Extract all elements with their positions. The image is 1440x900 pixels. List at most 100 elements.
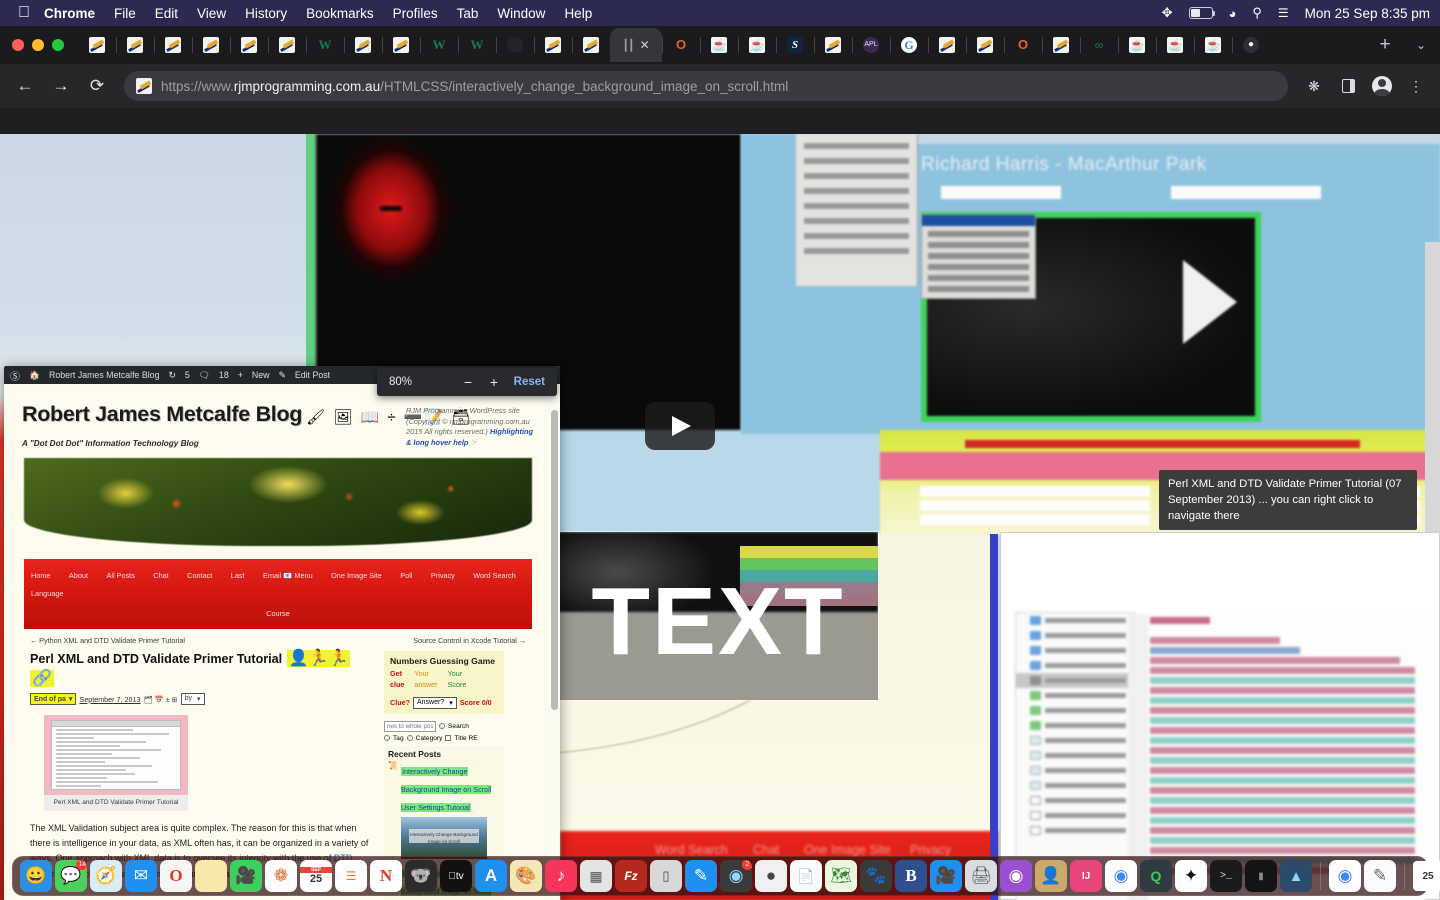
menu-item-edit[interactable]: Edit <box>155 6 178 21</box>
appletv-icon[interactable]: tv <box>440 860 472 892</box>
answer-select[interactable]: Answer?▾ <box>413 697 457 709</box>
video-play-icon[interactable] <box>645 402 715 450</box>
browser-tab[interactable] <box>1042 29 1080 61</box>
side-panel-icon[interactable] <box>1334 72 1362 100</box>
nav-item-email-menu[interactable]: Email 📧 Menu <box>256 571 320 580</box>
edit-post-label[interactable]: Edit Post <box>295 370 330 380</box>
title-re-checkbox[interactable] <box>445 735 451 741</box>
share-badge-icon[interactable]: 🔗 <box>30 670 54 687</box>
browser-tab[interactable] <box>928 29 966 61</box>
mail-icon[interactable]: ✉ <box>125 860 157 892</box>
search-input[interactable] <box>384 721 436 732</box>
nav-item-last[interactable]: Last <box>224 571 252 580</box>
blog-scrollbar[interactable] <box>551 410 558 710</box>
zoom-out-button[interactable]: − <box>455 374 481 390</box>
music-icon[interactable]: ♪ <box>545 860 577 892</box>
browser-tab[interactable] <box>966 29 1004 61</box>
control-center-icon[interactable]: ☰ <box>1278 6 1289 20</box>
chrome-recent-icon[interactable]: ◉ <box>1329 860 1361 892</box>
page-position-select[interactable]: End of pa▾ <box>30 693 76 705</box>
browser-tab[interactable] <box>192 29 230 61</box>
browser-tab[interactable]: ● <box>1232 29 1270 61</box>
browser-tab[interactable]: G <box>890 29 928 61</box>
browser-tab[interactable]: W <box>420 29 458 61</box>
browser-tab[interactable]: ∞ <box>1080 29 1118 61</box>
browser-tab[interactable] <box>814 29 852 61</box>
simulator-icon[interactable]: ▯ <box>650 860 682 892</box>
textedit-icon[interactable]: 📄 <box>790 860 822 892</box>
wordpress-icon[interactable]: Ⓢ <box>10 368 20 383</box>
pencil-icon[interactable]: ✎ <box>278 370 285 381</box>
comment-icon[interactable]: 🗨 <box>199 370 210 381</box>
browser-tab[interactable] <box>230 29 268 61</box>
browser-tab[interactable] <box>572 29 610 61</box>
menu-item-chrome[interactable]: Chrome <box>44 6 95 21</box>
photos-icon[interactable]: ❁ <box>265 860 297 892</box>
browser-tab[interactable] <box>116 29 154 61</box>
address-bar[interactable]: https://www.rjmprogramming.com.au/HTMLCS… <box>124 71 1288 101</box>
terminal-icon[interactable]: >_ <box>1210 860 1242 892</box>
minimized-calendar[interactable]: 25 <box>1413 861 1440 891</box>
post-title-badges[interactable]: 👤🏃🏃 <box>287 650 351 667</box>
post-thumbnail-box[interactable]: Perl XML and DTD Validate Primer Tutoria… <box>44 715 188 811</box>
close-icon[interactable]: ✕ <box>640 39 650 51</box>
browser-tab[interactable] <box>1194 29 1232 61</box>
browser-tab[interactable] <box>344 29 382 61</box>
search-radio[interactable] <box>439 723 445 729</box>
menu-item-profiles[interactable]: Profiles <box>393 6 438 21</box>
nav-item-home[interactable]: Home <box>24 571 57 580</box>
active-browser-tab[interactable]: ┃┃ ✕ <box>610 28 662 62</box>
forward-button[interactable]: → <box>46 71 76 101</box>
search-icon[interactable]: ⚲ <box>1252 5 1262 21</box>
chevron-down-icon[interactable]: ⌄ <box>1402 38 1440 52</box>
target-icon[interactable]: ◉2 <box>720 860 752 892</box>
admin-site-name[interactable]: Robert James Metcalfe Blog <box>49 370 160 380</box>
post-meta-icons[interactable]: 🗂 📅 ± ⊞ <box>144 695 178 704</box>
xcode-icon[interactable]: ✎ <box>685 860 717 892</box>
printer-icon[interactable]: 🖨 <box>965 860 997 892</box>
nav-item-chat[interactable]: Chat <box>146 571 175 580</box>
menu-item-window[interactable]: Window <box>497 6 545 21</box>
browser-tab[interactable]: O <box>662 29 700 61</box>
home-icon[interactable]: 🏠 <box>29 370 40 381</box>
zoom-in-button[interactable]: + <box>481 374 507 390</box>
browser-tab[interactable] <box>700 29 738 61</box>
browser-tab[interactable]: S <box>776 29 814 61</box>
notes-icon[interactable] <box>195 860 227 892</box>
bbedit-icon[interactable]: B <box>895 860 927 892</box>
nav-item-poll[interactable]: Poll <box>393 571 419 580</box>
browser-tab[interactable] <box>534 29 572 61</box>
gimp-icon[interactable]: 🐾 <box>860 860 892 892</box>
wifi-icon[interactable]: ◕ <box>1229 6 1237 21</box>
next-post-link[interactable]: Source Control in Xcode Tutorial → <box>413 636 526 645</box>
prev-post-link[interactable]: ← Python XML and DTD Validate Primer Tut… <box>30 636 185 645</box>
menu-item-view[interactable]: View <box>197 6 226 21</box>
nav-item-one-image-site[interactable]: One Image Site <box>324 571 389 580</box>
browser-tab[interactable]: O <box>1004 29 1042 61</box>
new-label[interactable]: New <box>252 370 270 380</box>
menu-item-file[interactable]: File <box>114 6 136 21</box>
nav-item-course[interactable]: Course <box>259 609 297 618</box>
finder-icon[interactable]: 😀 <box>20 860 52 892</box>
tooth-icon[interactable]: ● <box>755 860 787 892</box>
browser-tab[interactable] <box>154 29 192 61</box>
nav-item-privacy[interactable]: Privacy <box>424 571 462 580</box>
appstore-icon[interactable]: A <box>475 860 507 892</box>
browser-tab[interactable] <box>78 29 116 61</box>
browser-tab[interactable] <box>382 29 420 61</box>
post-date-link[interactable]: September 7, 2013 <box>79 695 140 704</box>
minimize-window-button[interactable] <box>32 39 44 51</box>
messages-icon[interactable]: 💬14 <box>55 860 87 892</box>
apple-icon[interactable]:  <box>18 5 30 21</box>
author-select[interactable]: by▾ <box>181 693 205 705</box>
browser-tab[interactable] <box>496 29 534 61</box>
qt-icon[interactable]: Q <box>1140 860 1172 892</box>
inkscape-icon[interactable]: ✦ <box>1175 860 1207 892</box>
nav-item-contact[interactable]: Contact <box>180 571 219 580</box>
intellij-icon[interactable]: IJ <box>1070 860 1102 892</box>
notes-recent-icon[interactable]: ✎ <box>1364 860 1396 892</box>
filezilla-icon[interactable]: Fz <box>615 860 647 892</box>
nav-item-all-posts[interactable]: All Posts <box>99 571 141 580</box>
podcasts-icon[interactable]: ◉ <box>1000 860 1032 892</box>
browser-tab[interactable] <box>738 29 776 61</box>
